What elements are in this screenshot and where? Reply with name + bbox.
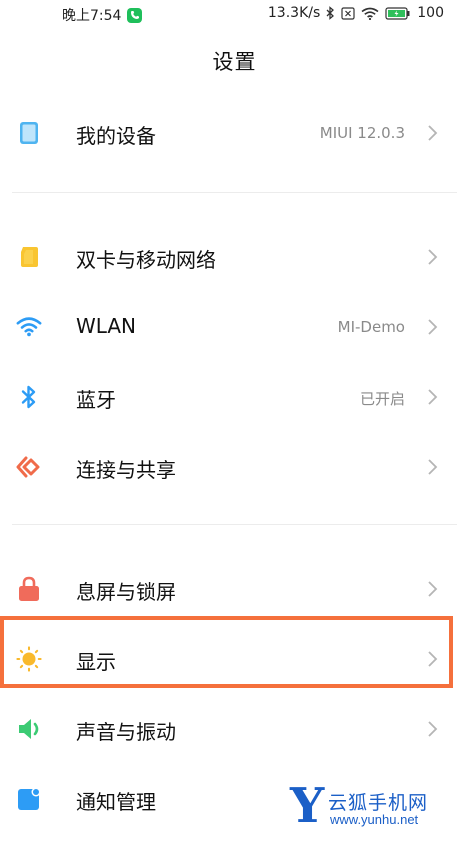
network-speed: 13.3K/s (267, 5, 321, 21)
chevron-right-icon (428, 319, 438, 335)
wifi-status-icon (361, 7, 379, 20)
settings-item-sim-network[interactable]: 双卡与移动网络 (0, 226, 469, 286)
lock-icon (16, 576, 42, 602)
settings-item-sound[interactable]: 声音与振动 (0, 698, 469, 758)
settings-item-value: 已开启 (359, 390, 405, 408)
page-title: 设置 (212, 50, 257, 74)
watermark-url: www.yunhu.net (330, 812, 419, 827)
settings-item-connection-share[interactable]: 连接与共享 (0, 436, 469, 496)
settings-item-label: 连接与共享 (76, 458, 176, 482)
settings-item-label: 息屏与锁屏 (76, 580, 176, 604)
chevron-right-icon (428, 249, 438, 265)
section-divider (12, 192, 457, 193)
settings-item-lock-screen[interactable]: 息屏与锁屏 (0, 558, 469, 618)
chevron-right-icon (428, 389, 438, 405)
watermark-name: 云狐手机网 (328, 792, 429, 814)
battery-level: 100 (417, 5, 444, 21)
status-bar: 晚上7:54 13.3K/s 100 (0, 0, 469, 28)
section-divider (12, 524, 457, 525)
settings-item-label: 蓝牙 (76, 388, 116, 412)
notification-icon (16, 786, 42, 812)
bluetooth-icon (16, 384, 42, 410)
chevron-right-icon (428, 125, 438, 141)
chevron-right-icon (428, 459, 438, 475)
watermark-letter: Y (290, 778, 325, 834)
speaker-icon (16, 716, 42, 742)
sim-card-icon (16, 244, 42, 270)
settings-item-label: 声音与振动 (76, 720, 176, 744)
watermark-logo: Y 云狐手机网 www.yunhu.net (290, 778, 460, 834)
device-icon (16, 120, 42, 146)
settings-item-label: 我的设备 (76, 124, 156, 148)
status-right: 13.3K/s 100 (268, 5, 444, 21)
settings-item-my-device[interactable]: 我的设备 MIUI 12.0.3 (0, 102, 469, 162)
settings-item-label: 通知管理 (76, 790, 156, 814)
settings-item-value: MIUI 12.0.3 (319, 124, 405, 142)
settings-item-bluetooth[interactable]: 蓝牙 已开启 (0, 366, 469, 426)
wifi-icon (16, 314, 42, 340)
status-left: 晚上7:54 (62, 5, 143, 25)
bluetooth-status-icon (326, 6, 335, 20)
settings-item-label: 双卡与移动网络 (76, 248, 216, 272)
settings-item-label: WLAN (76, 314, 137, 338)
status-time: 晚上7:54 (62, 8, 122, 24)
settings-item-value: MI-Demo (337, 318, 405, 336)
phone-call-icon (127, 7, 143, 23)
settings-item-wlan[interactable]: WLAN MI-Demo (0, 296, 469, 356)
no-sim-icon (341, 6, 355, 20)
chevron-right-icon (428, 581, 438, 597)
connection-share-icon (16, 454, 42, 480)
chevron-right-icon (428, 721, 438, 737)
battery-icon (385, 6, 411, 20)
highlight-box (0, 616, 453, 688)
